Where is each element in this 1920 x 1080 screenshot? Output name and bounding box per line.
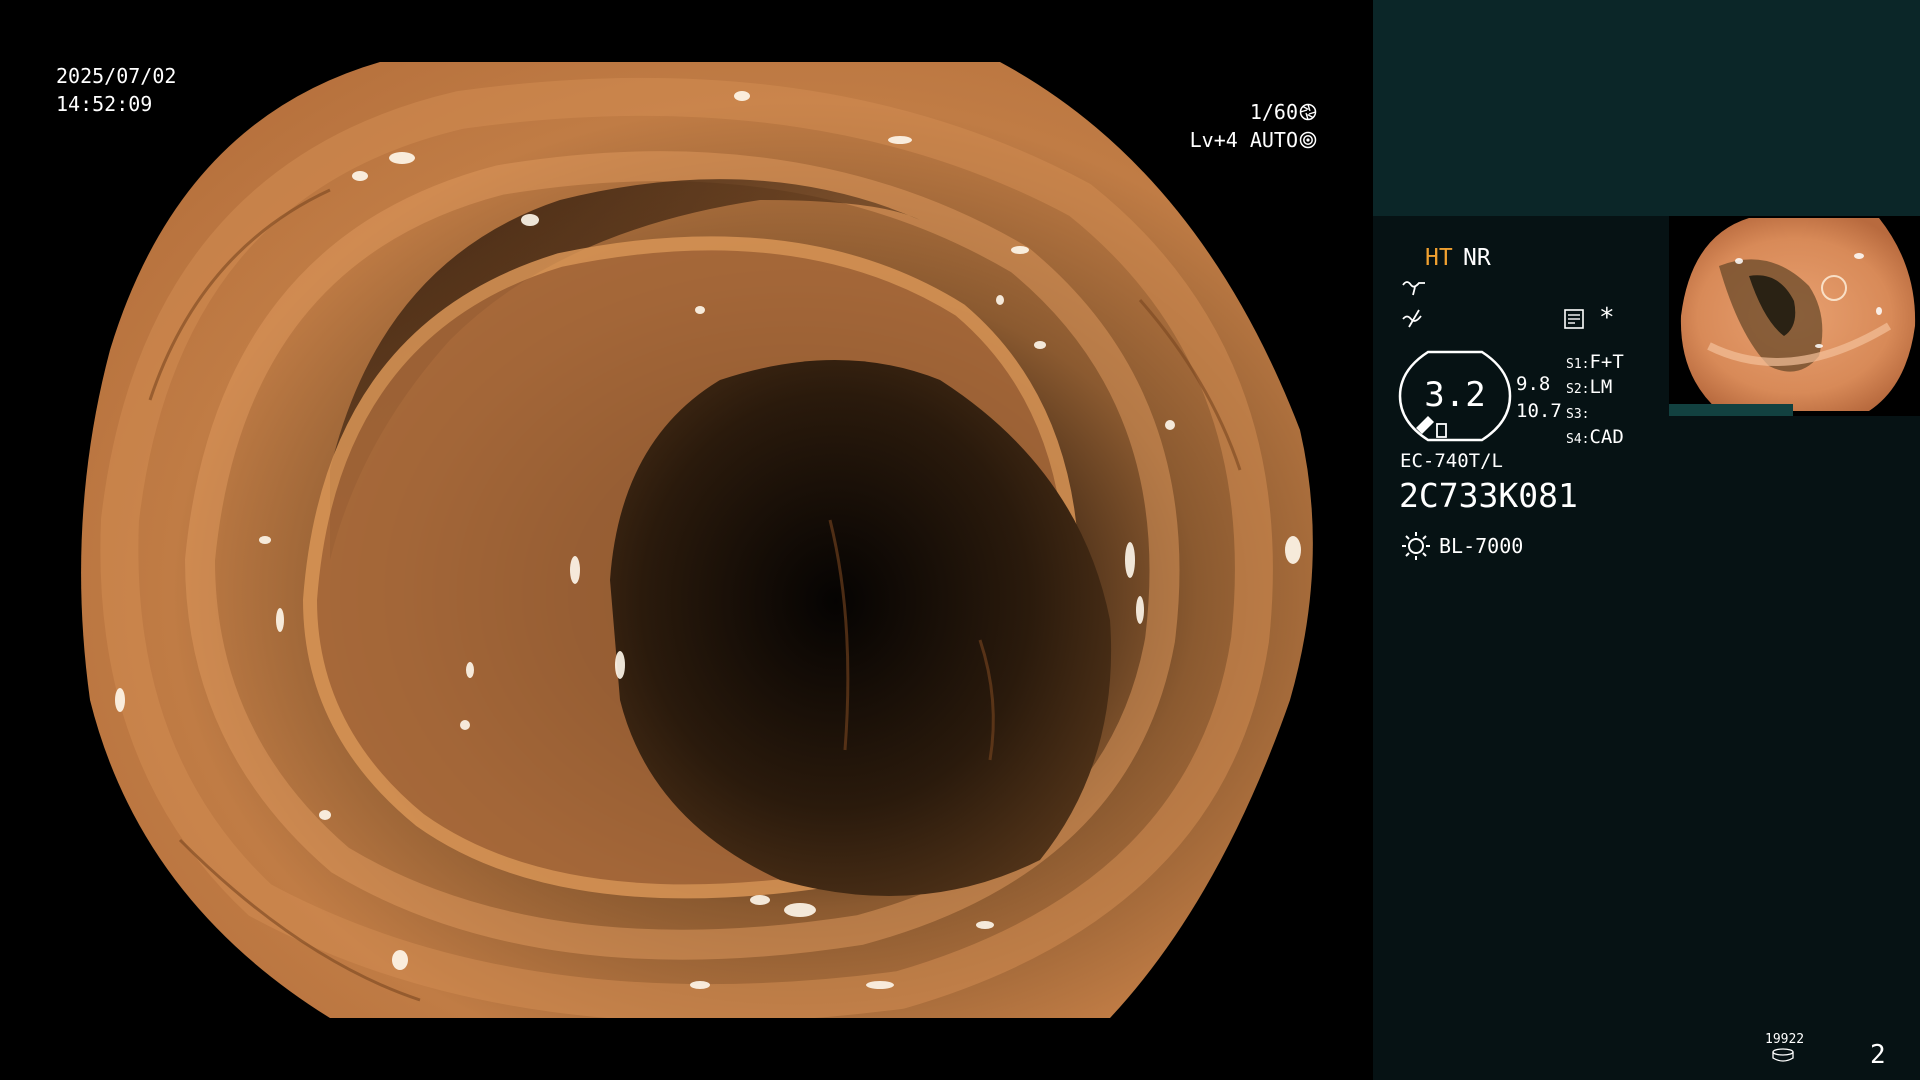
slash-wave-icon	[1402, 309, 1422, 328]
tilde-wave-icon	[1402, 281, 1425, 296]
endoscopic-image	[0, 0, 1373, 1080]
info-panel: HT NR * 3.2 9.8 10.7 S1:F+T S2:LM S3: S4…	[1373, 0, 1920, 1080]
page-number: 2	[1870, 1040, 1886, 1070]
zoom-value: 3.2	[1424, 375, 1486, 415]
captured-thumbnail[interactable]	[1669, 216, 1920, 416]
star-mark: *	[1599, 303, 1615, 333]
switch-value: F+T	[1589, 351, 1624, 373]
scope-serial: 2C733K081	[1399, 476, 1578, 515]
image-counter: 19922	[1765, 1032, 1804, 1062]
endoscope-screen: 2025/07/02 14:52:09 1/60 Lv+4 AUTO HT NR	[0, 0, 1920, 1080]
shutter-readout: 1/60	[1250, 98, 1317, 126]
datetime-overlay: 2025/07/02 14:52:09	[56, 62, 176, 118]
switch-row: S4:CAD	[1566, 425, 1624, 452]
aperture-icon	[1299, 103, 1317, 121]
record-settings-icon	[1564, 309, 1584, 329]
info-top-band	[1373, 0, 1920, 216]
disc-stack-icon	[1772, 1048, 1794, 1062]
zoom-aux-1: 9.8	[1516, 373, 1551, 395]
switch-row: S2:LM	[1566, 375, 1612, 402]
switch-value: LM	[1589, 376, 1613, 398]
thumbnail-image	[1669, 216, 1920, 416]
scope-model: EC-740T/L	[1400, 450, 1503, 472]
live-view: 2025/07/02 14:52:09 1/60 Lv+4 AUTO	[0, 0, 1373, 1080]
switch-value: CAD	[1589, 426, 1624, 448]
noise-reduction-label: NR	[1463, 245, 1491, 271]
light-source-model: BL-7000	[1439, 534, 1524, 558]
exposure-mode: AUTO	[1249, 128, 1298, 152]
switch-row: S3:	[1566, 400, 1589, 427]
switch-key: S1:	[1566, 357, 1590, 372]
gear-icon	[1299, 131, 1317, 149]
counter-value: 19922	[1765, 1032, 1805, 1047]
thumbnail-strip	[1669, 404, 1793, 416]
zoom-aux-2: 10.7	[1516, 400, 1562, 422]
switch-key: S2:	[1566, 382, 1590, 397]
switch-key: S3:	[1566, 407, 1590, 422]
switch-key: S4:	[1566, 432, 1590, 447]
switch-row: S1:F+T	[1566, 350, 1624, 377]
sun-icon	[1402, 532, 1430, 560]
exposure-readout: Lv+4 AUTO	[1190, 126, 1317, 154]
brightness-level: Lv+4	[1189, 128, 1238, 152]
date-text: 2025/07/02	[56, 64, 177, 88]
time-text: 14:52:09	[56, 92, 153, 116]
shutter-speed: 1/60	[1249, 100, 1298, 124]
image-mode-label: HT	[1425, 245, 1453, 271]
